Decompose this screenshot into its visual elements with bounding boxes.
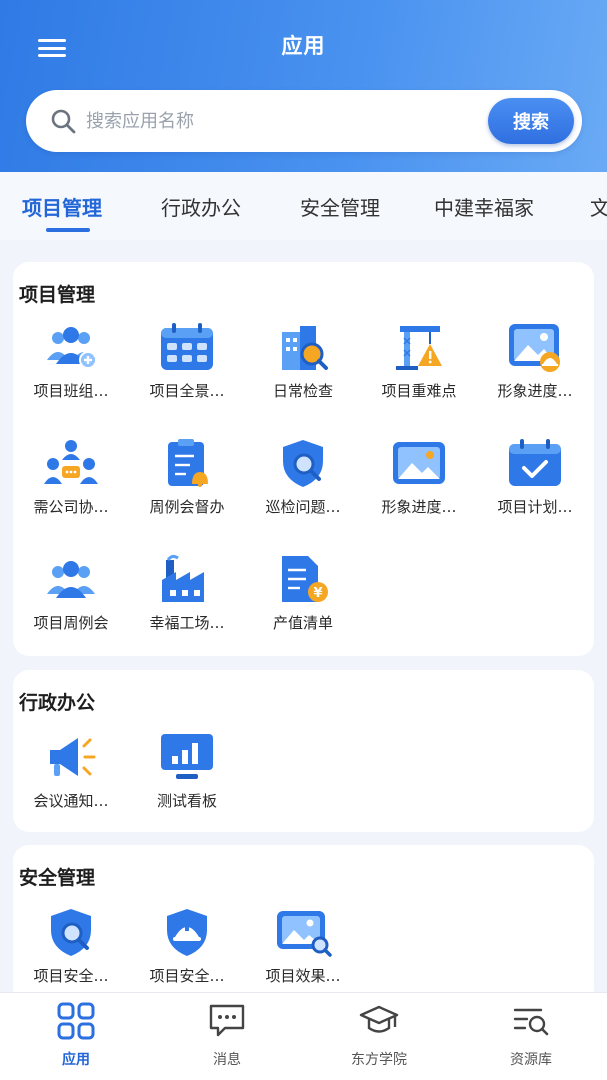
building-search-icon (282, 326, 328, 370)
app-label: 会议通知… (33, 792, 109, 810)
megaphone-icon (50, 738, 96, 776)
search-icon (51, 109, 76, 134)
app-weekly-meeting-supervise[interactable]: 周例会督办 (129, 438, 245, 538)
search-bar: 搜索 (26, 90, 582, 152)
app-label: 项目安全… (33, 967, 109, 985)
chat-bubble-icon (209, 1004, 245, 1037)
app-key-difficulties[interactable]: 项目重难点 (361, 322, 477, 422)
section-safety-management: 安全管理 项目安全… 项目安全… 项目效果… (13, 845, 594, 1005)
active-tab-indicator (46, 228, 90, 232)
team-add-icon (47, 327, 97, 369)
monitor-chart-icon (161, 734, 213, 779)
app-project-plan[interactable]: 项目计划… (477, 438, 593, 538)
app-label: 项目全景… (149, 382, 225, 400)
app-header: 应用 搜索 (0, 0, 607, 172)
nav-resources[interactable]: 资源库 (476, 1001, 586, 1073)
app-label: 巡检问题… (265, 498, 341, 516)
nav-academy[interactable]: 东方学院 (324, 1001, 434, 1073)
section-project-management: 项目管理 项目班组… 项目全景… 日常检查 项目重难点 形象进度… 需公司协… … (13, 262, 594, 656)
bottom-nav: 应用 消息 东方学院 资源库 (0, 992, 607, 1080)
app-label: 周例会督办 (149, 498, 225, 516)
document-yuan-icon: ¥ (282, 556, 328, 602)
team-icon (47, 561, 95, 598)
calendar-grid-icon (161, 323, 213, 370)
app-daily-inspection[interactable]: 日常检查 (245, 322, 361, 422)
tab-administration[interactable]: 行政办公 (161, 192, 241, 221)
app-panorama[interactable]: 项目全景… (129, 322, 245, 422)
app-patrol-issues[interactable]: 巡检问题… (245, 438, 361, 538)
app-label: 产值清单 (272, 614, 333, 632)
tab-safety-management[interactable]: 安全管理 (300, 192, 380, 221)
calendar-check-icon (509, 439, 561, 486)
shield-helmet-icon (167, 909, 207, 956)
app-weekly-meeting[interactable]: 项目周例会 (13, 554, 129, 654)
section-title: 行政办公 (19, 692, 96, 714)
nav-label: 应用 (62, 1052, 90, 1068)
app-label: 项目效果… (265, 967, 341, 985)
tab-happy-home[interactable]: 中建幸福家 (434, 192, 534, 221)
shield-search-icon (51, 909, 91, 956)
nav-apps[interactable]: 应用 (21, 1001, 131, 1073)
image-icon (393, 442, 445, 484)
app-label: 项目班组… (33, 382, 109, 400)
search-button[interactable]: 搜索 (488, 98, 574, 144)
list-search-icon (513, 1008, 549, 1036)
shield-search-icon (283, 440, 323, 487)
group-chat-icon (44, 440, 98, 484)
app-meeting-notice[interactable]: 会议通知… (13, 732, 129, 832)
app-label: 形象进度… (497, 382, 573, 400)
app-label: 测试看板 (156, 792, 217, 810)
apps-grid-icon (57, 1002, 95, 1040)
crane-warning-icon (396, 326, 442, 370)
category-tabs: 项目管理 行政办公 安全管理 中建幸福家 文 (0, 172, 607, 240)
app-label: 幸福工场… (149, 614, 225, 632)
search-input[interactable] (86, 104, 496, 138)
app-label: 项目重难点 (381, 382, 457, 400)
nav-messages[interactable]: 消息 (172, 1001, 282, 1073)
app-label: 需公司协… (33, 498, 109, 516)
section-administration: 行政办公 会议通知… 测试看板 (13, 670, 594, 832)
nav-label: 东方学院 (351, 1052, 407, 1068)
graduation-cap-icon (359, 1005, 399, 1033)
svg-text:¥: ¥ (313, 586, 322, 601)
app-label: 项目周例会 (33, 614, 109, 632)
tab-more[interactable]: 文 (590, 192, 607, 221)
app-happy-factory[interactable]: 幸福工场… (129, 554, 245, 654)
section-title: 项目管理 (19, 284, 96, 306)
app-output-list[interactable]: ¥ 产值清单 (245, 554, 361, 654)
app-label: 项目计划… (497, 498, 573, 516)
app-label: 日常检查 (272, 382, 333, 400)
factory-icon (162, 554, 204, 602)
image-search-icon (277, 911, 332, 957)
clipboard-bell-icon (168, 439, 208, 487)
app-test-dashboard[interactable]: 测试看板 (129, 732, 245, 832)
image-helmet-icon (509, 324, 560, 372)
app-team[interactable]: 项目班组… (13, 322, 129, 422)
nav-label: 资源库 (510, 1052, 552, 1068)
app-label: 形象进度… (381, 498, 457, 516)
app-image-progress[interactable]: 形象进度… (477, 322, 593, 422)
nav-label: 消息 (213, 1052, 241, 1068)
tab-project-management[interactable]: 项目管理 (22, 192, 102, 221)
app-label: 项目安全… (149, 967, 225, 985)
app-image-progress-2[interactable]: 形象进度… (361, 438, 477, 538)
app-company-assist[interactable]: 需公司协… (13, 438, 129, 538)
page-title: 应用 (281, 34, 326, 58)
section-title: 安全管理 (19, 867, 96, 889)
